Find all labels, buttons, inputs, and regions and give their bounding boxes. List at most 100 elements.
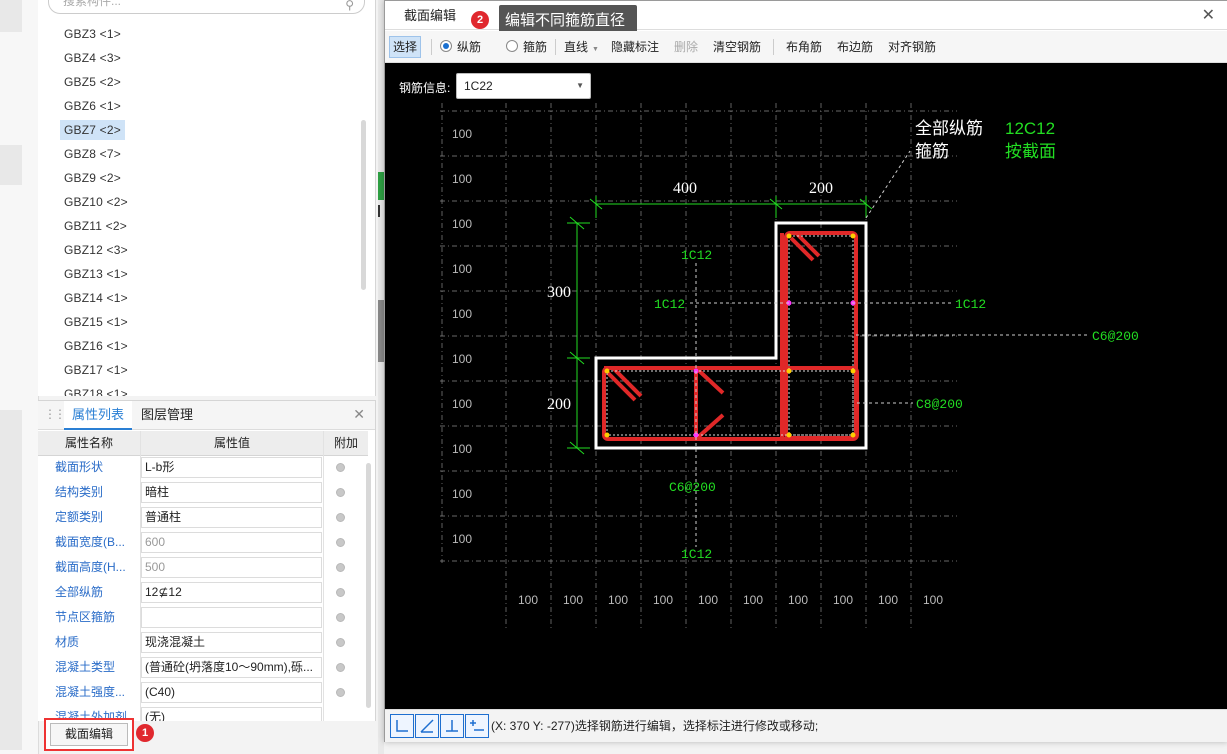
component-list-item[interactable]: GBZ15 <1>: [60, 312, 132, 332]
property-value-field[interactable]: 暗柱: [141, 482, 322, 503]
property-row: 截面形状 L-b形: [38, 455, 368, 480]
longitudinal-radio[interactable]: 纵筋: [440, 37, 481, 57]
extra-checkbox[interactable]: [336, 463, 345, 472]
component-list-scrollbar[interactable]: [361, 120, 366, 290]
dim-left-upper[interactable]: 300: [547, 284, 571, 301]
tab-layer-management[interactable]: 图层管理: [133, 401, 201, 429]
component-list-item[interactable]: GBZ13 <1>: [60, 264, 132, 284]
property-value-field[interactable]: 12⊈12: [141, 582, 322, 603]
component-search-input[interactable]: 搜索构件... ⚲: [48, 0, 365, 14]
section-drawing[interactable]: 100 100 100 100 100 100 100 100 100 100 100 100 100 1…: [385, 63, 1227, 709]
dim-top-left[interactable]: 400: [673, 180, 697, 197]
property-row: 截面高度(H... 500: [38, 555, 368, 580]
extra-checkbox[interactable]: [336, 613, 345, 622]
property-value-field[interactable]: 600: [141, 532, 322, 553]
property-value-field[interactable]: [141, 607, 322, 628]
dialog-toolbar: 选择 纵筋 箍筋 直线 ▼ 隐藏标注 删除 清空钢筋 布角筋 布边筋 对齐钢筋: [385, 31, 1227, 63]
label-1c12-top[interactable]: 1C12: [681, 248, 712, 263]
component-list-item[interactable]: GBZ9 <2>: [60, 168, 125, 188]
drag-handle-icon[interactable]: ⋮⋮: [44, 407, 66, 421]
extra-checkbox[interactable]: [336, 488, 345, 497]
component-list-item[interactable]: GBZ17 <1>: [60, 360, 132, 380]
hide-label-button[interactable]: 隐藏标注: [611, 37, 659, 57]
component-list-item[interactable]: GBZ12 <3>: [60, 240, 132, 260]
extra-checkbox[interactable]: [336, 663, 345, 672]
stirrup-radio[interactable]: 箍筋: [506, 37, 547, 57]
select-button[interactable]: 选择: [389, 36, 422, 58]
dim-top-right[interactable]: 200: [809, 180, 833, 197]
grid-label-left: 100: [452, 397, 472, 411]
component-list-item[interactable]: GBZ8 <7>: [60, 144, 125, 164]
section-edit-button[interactable]: 截面编辑: [50, 723, 128, 746]
annotation-leaders: [690, 263, 1090, 547]
radio-checked-icon: [440, 40, 452, 52]
label-c8-200[interactable]: C8@200: [916, 397, 963, 412]
close-icon[interactable]: ✕: [1202, 5, 1215, 25]
clear-rebar-button[interactable]: 清空钢筋: [713, 37, 761, 57]
property-value-field[interactable]: 普通柱: [141, 507, 322, 528]
column-value-header: 属性值: [213, 436, 250, 450]
line-dropdown[interactable]: 直线 ▼: [564, 37, 599, 57]
property-value-field[interactable]: (普通砼(坍落度10～90mm),砾...: [141, 657, 322, 678]
dialog-title: 截面编辑: [404, 8, 457, 23]
add-point-icon[interactable]: [465, 714, 489, 738]
diagonal-line-icon[interactable]: [415, 714, 439, 738]
drawing-canvas[interactable]: 钢筋信息: 1C22 ▼ 100 100 100 100 100 100 100 100 100…: [385, 63, 1227, 709]
inner-guides: [606, 235, 854, 436]
property-value-field[interactable]: (无): [141, 707, 322, 721]
tab-property-list[interactable]: 属性列表: [64, 401, 133, 430]
legend-all-longitudinal-value[interactable]: 12C12: [1005, 119, 1055, 138]
corner-rebar-button[interactable]: 布角筋: [786, 37, 822, 57]
grid-label-left: 100: [452, 217, 472, 231]
property-row: 定额类别 普通柱: [38, 505, 368, 530]
component-list-item[interactable]: GBZ3 <1>: [60, 24, 125, 44]
property-name: 结构类别: [55, 485, 104, 499]
component-list-item[interactable]: GBZ4 <3>: [60, 48, 125, 68]
property-panel: ⋮⋮ 属性列表 图层管理 ✕ 属性名称 属性值 附加 截面形状 L-b形 结构类别 暗…: [38, 400, 376, 721]
grid-label-left: 100: [452, 172, 472, 186]
dim-left-lower[interactable]: 200: [547, 396, 571, 413]
property-name: 混凝土强度...: [55, 685, 126, 699]
property-value-field[interactable]: 现浇混凝土: [141, 632, 322, 653]
label-c6-200-bottom[interactable]: C6@200: [669, 480, 716, 495]
property-name: 截面宽度(B...: [55, 535, 126, 549]
label-1c12-left[interactable]: 1C12: [654, 297, 685, 312]
label-1c12-bottom[interactable]: 1C12: [681, 547, 712, 562]
rebar-points[interactable]: [604, 233, 856, 438]
extra-checkbox[interactable]: [336, 688, 345, 697]
property-row: 截面宽度(B... 600: [38, 530, 368, 555]
grid-label-left: 100: [452, 442, 472, 456]
perpendicular-icon[interactable]: [440, 714, 464, 738]
label-c6-200-right[interactable]: C6@200: [1092, 329, 1139, 344]
component-list-item[interactable]: GBZ10 <2>: [60, 192, 132, 212]
property-value-field[interactable]: 500: [141, 557, 322, 578]
property-value-field[interactable]: (C40): [141, 682, 322, 703]
extra-checkbox[interactable]: [336, 563, 345, 572]
component-list-item[interactable]: GBZ14 <1>: [60, 288, 132, 308]
label-1c12-right[interactable]: 1C12: [955, 297, 986, 312]
property-scrollbar[interactable]: [366, 463, 371, 708]
component-list-item[interactable]: GBZ11 <2>: [60, 216, 131, 236]
grid-label-bottom: 100: [518, 593, 538, 607]
extra-checkbox[interactable]: [336, 538, 345, 547]
grid-label-bottom: 100: [608, 593, 628, 607]
property-value-field[interactable]: L-b形: [141, 457, 322, 478]
component-list-item[interactable]: GBZ7 <2>: [60, 120, 125, 140]
component-list-item[interactable]: GBZ5 <2>: [60, 72, 125, 92]
search-icon[interactable]: ⚲: [331, 0, 354, 17]
edge-rebar-button[interactable]: 布边筋: [837, 37, 873, 57]
extra-checkbox[interactable]: [336, 588, 345, 597]
component-list-item[interactable]: GBZ16 <1>: [60, 336, 132, 356]
component-list-item[interactable]: GBZ6 <1>: [60, 96, 125, 116]
extra-checkbox[interactable]: [336, 513, 345, 522]
orthogonal-icon[interactable]: [390, 714, 414, 738]
stirrup-label: 箍筋: [523, 40, 548, 54]
grid-label-left: 100: [452, 532, 472, 546]
component-list-item[interactable]: GBZ18 <1>: [60, 384, 132, 396]
close-icon[interactable]: ✕: [353, 406, 365, 423]
legend-stirrup-value[interactable]: 按截面: [1005, 142, 1056, 161]
delete-button[interactable]: 删除: [674, 37, 698, 57]
grid-label-bottom: 100: [563, 593, 583, 607]
extra-checkbox[interactable]: [336, 638, 345, 647]
align-rebar-button[interactable]: 对齐钢筋: [888, 37, 936, 57]
